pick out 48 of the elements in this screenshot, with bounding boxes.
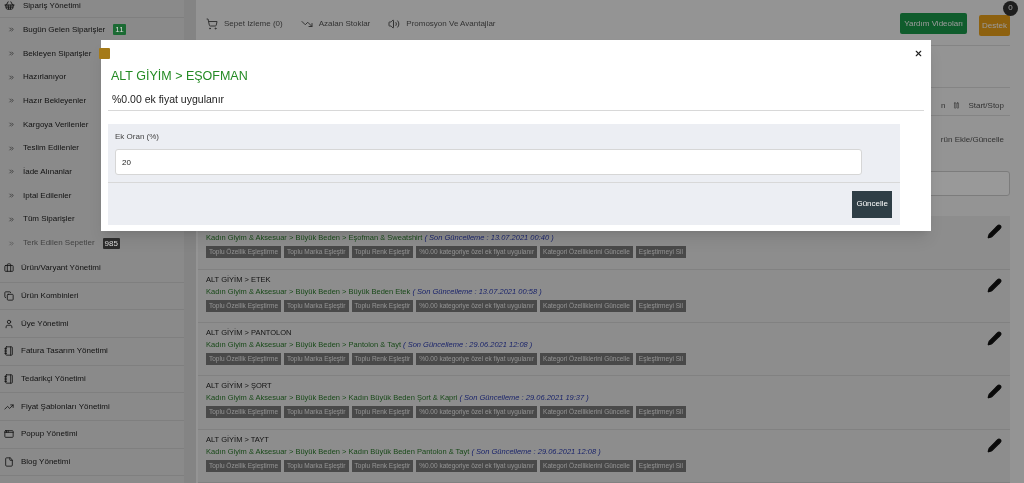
window-icon xyxy=(4,429,14,440)
chevrons-icon xyxy=(8,215,15,223)
chevrons-icon xyxy=(8,97,15,105)
chevrons-icon xyxy=(8,73,15,81)
sidebar-item[interactable]: Iptal Edilenler xyxy=(0,183,184,208)
chevrons-icon xyxy=(8,26,15,34)
pencil-icon[interactable] xyxy=(987,330,1002,346)
field-label: Ek Oran (%) xyxy=(115,131,160,143)
pencil-icon[interactable] xyxy=(987,277,1002,293)
toolbar-text: n xyxy=(940,99,946,112)
count-badge: 985 xyxy=(102,237,120,249)
update-button[interactable]: Güncelle xyxy=(852,190,892,218)
briefcase-icon xyxy=(4,263,14,274)
basket-icon xyxy=(4,0,15,11)
add-update-link[interactable]: rün Ekle/Güncelle xyxy=(940,133,1004,146)
chevrons-icon xyxy=(8,144,15,152)
sidebar-item[interactable]: Bekleyen Siparişler xyxy=(0,41,184,66)
chevrons-icon xyxy=(8,192,15,200)
sidebar-item[interactable]: Bugün Gelen Siparişler 11 xyxy=(0,18,184,42)
cart-icon xyxy=(206,17,218,30)
notebook-icon xyxy=(4,373,14,384)
rate-input[interactable]: 20 xyxy=(115,149,862,175)
speaker-icon xyxy=(388,17,401,30)
trend-icon xyxy=(4,401,14,412)
chevrons-icon xyxy=(8,50,15,58)
pencil-icon[interactable] xyxy=(987,437,1002,453)
notification-badge: 0 xyxy=(1003,0,1018,16)
sidebar-item[interactable]: Tüm Siparişler xyxy=(0,207,184,232)
toolbar-link[interactable]: Sepet Izleme (0) xyxy=(206,17,283,30)
file-icon xyxy=(4,457,14,468)
copy-icon xyxy=(4,290,14,301)
modal-title: ALT GİYİM > EŞOFMAN xyxy=(111,68,248,84)
start-stop-link[interactable]: Start/Stop xyxy=(968,99,1004,112)
pause-icon xyxy=(953,102,961,110)
chevrons-icon xyxy=(8,168,15,176)
pencil-icon[interactable] xyxy=(987,224,1002,240)
close-icon xyxy=(913,48,923,58)
chevrons-icon xyxy=(8,239,15,247)
toolbar-link[interactable]: Azalan Stoklar xyxy=(300,17,371,30)
modal-subtitle: %0.00 ek fiyat uygulanır xyxy=(112,92,225,106)
notebook-icon xyxy=(4,346,14,357)
chevrons-icon xyxy=(8,121,15,129)
pencil-icon[interactable] xyxy=(987,384,1002,400)
menu-heading[interactable]: Sipariş Yönetimi xyxy=(23,0,81,12)
user-icon xyxy=(4,318,14,329)
toolbar-link[interactable]: Promosyon Ve Avantajlar xyxy=(388,17,496,30)
help-videos-button[interactable]: Yardım Videoları xyxy=(900,13,968,35)
count-badge: 11 xyxy=(113,24,126,36)
